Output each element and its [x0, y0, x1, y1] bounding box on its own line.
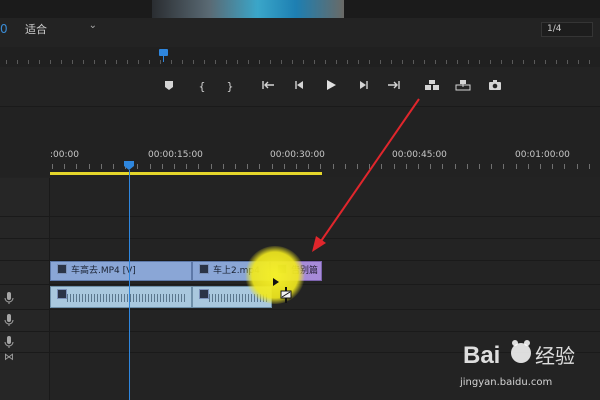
- watermark-url: jingyan.baidu.com: [460, 377, 553, 388]
- svg-text:Bai: Bai: [463, 342, 500, 369]
- svg-text:经验: 经验: [535, 344, 575, 368]
